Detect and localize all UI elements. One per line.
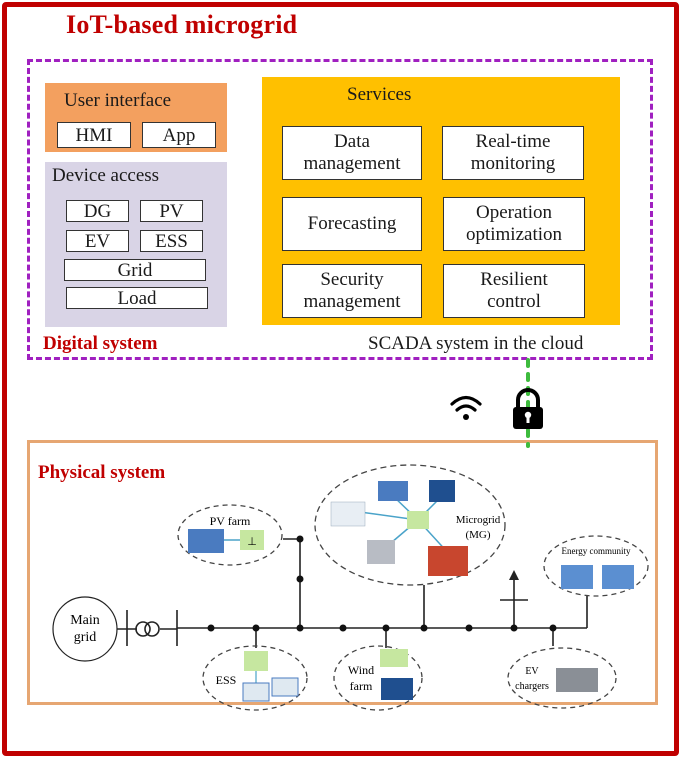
community-image-1 bbox=[561, 565, 593, 589]
mg-house-image bbox=[428, 546, 468, 576]
main-grid-label-2: grid bbox=[74, 630, 97, 645]
wifi-icon bbox=[450, 395, 482, 420]
wind-converter-icon bbox=[380, 649, 408, 667]
wind-farm-label-2: farm bbox=[350, 679, 373, 693]
ess-converter-icon bbox=[244, 651, 268, 671]
network-diagram: Main grid PV farm ⊥ Microgrid (MG) Energ… bbox=[52, 358, 649, 711]
mg-battery-image bbox=[330, 501, 366, 527]
community-image-2 bbox=[602, 565, 634, 589]
mg-building-image bbox=[367, 540, 395, 564]
ess-battery-image-1 bbox=[242, 682, 270, 702]
wind-farm-label-1: Wind bbox=[348, 663, 374, 677]
ev-chargers-label-1: EV bbox=[525, 666, 539, 677]
ess-node: ESS bbox=[202, 645, 308, 711]
main-grid: Main grid bbox=[52, 596, 118, 662]
energy-community-label: Energy community bbox=[561, 546, 631, 556]
ess-label: ESS bbox=[216, 673, 237, 687]
microgrid-label-1: Microgrid bbox=[456, 514, 501, 526]
pv-farm-node: PV farm ⊥ bbox=[177, 504, 283, 566]
wind-farm-node: Wind farm bbox=[333, 645, 423, 711]
mg-converter-icon bbox=[407, 511, 429, 529]
ev-chargers-label-2: chargers bbox=[515, 681, 549, 692]
pv-farm-label: PV farm bbox=[210, 514, 251, 528]
microgrid-node: Microgrid (MG) bbox=[314, 464, 506, 586]
wind-turbine-image bbox=[381, 678, 413, 700]
ev-charger-image bbox=[556, 668, 598, 692]
microgrid-label-2: (MG) bbox=[465, 529, 490, 541]
ev-chargers-node: EV chargers bbox=[507, 647, 617, 709]
load-arrow-icon bbox=[509, 570, 519, 580]
mg-pv-image bbox=[378, 481, 408, 501]
main-grid-label-1: Main bbox=[70, 613, 100, 628]
energy-community-node: Energy community bbox=[543, 535, 649, 597]
bus-lines bbox=[117, 538, 588, 648]
svg-text:⊥: ⊥ bbox=[247, 535, 257, 548]
ess-battery-image-2 bbox=[271, 677, 299, 697]
pv-panel-image bbox=[188, 529, 224, 553]
mg-wind-image bbox=[429, 480, 455, 502]
